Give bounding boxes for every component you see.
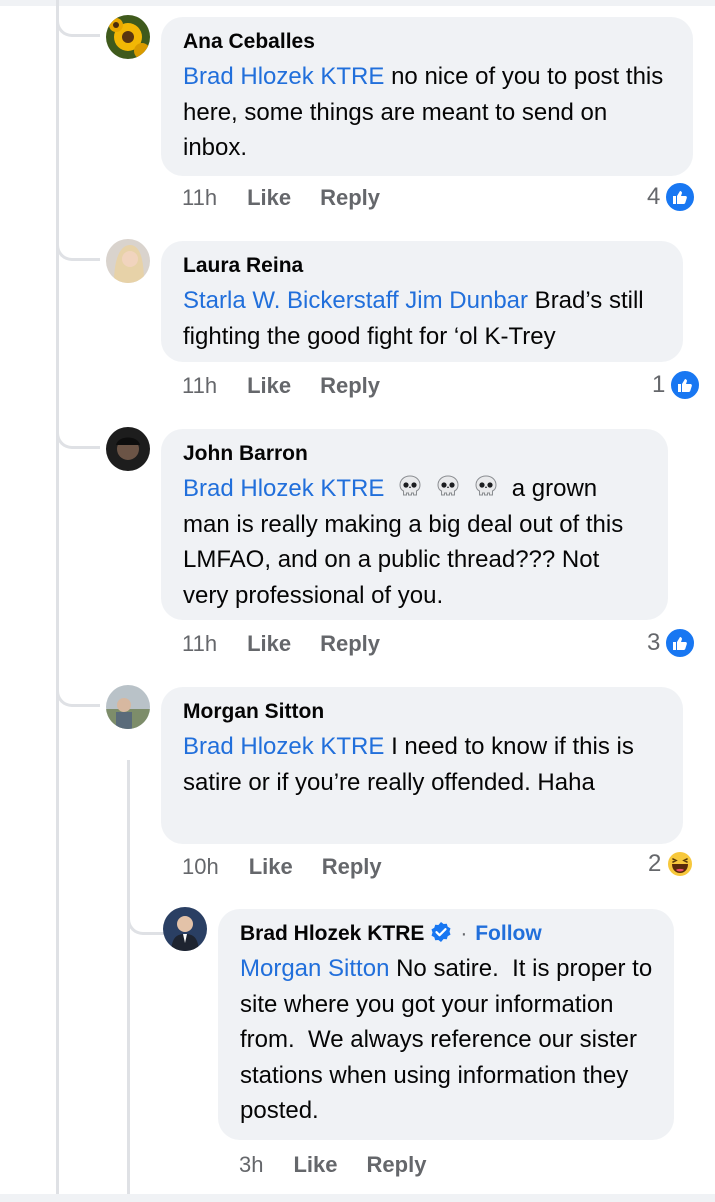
thread-connector: [127, 911, 165, 935]
sunflower-avatar-image: [106, 15, 150, 59]
reaction-count: 4: [647, 183, 661, 210]
reply-button[interactable]: Reply: [322, 854, 382, 880]
thread-line: [56, 0, 59, 1202]
comment-actions: 11h Like Reply: [182, 631, 380, 657]
avatar[interactable]: [106, 685, 150, 729]
comment-actions: 11h Like Reply: [182, 373, 380, 399]
thread-connector: [56, 13, 100, 37]
thread-connector: [56, 683, 100, 707]
separator-dot: ·: [460, 922, 468, 945]
bottom-border: [0, 1194, 715, 1202]
thread-connector: [56, 237, 100, 261]
avatar[interactable]: [163, 907, 207, 951]
like-button[interactable]: Like: [247, 185, 291, 211]
skull-icon: [475, 475, 497, 496]
comment-bubble: Ana Ceballes Brad Hlozek KTRE no nice of…: [161, 17, 693, 176]
skull-icon: [399, 475, 421, 496]
avatar[interactable]: [106, 427, 150, 471]
mention-link[interactable]: Morgan Sitton: [240, 955, 389, 982]
avatar[interactable]: [106, 239, 150, 283]
mention-link[interactable]: Starla W. Bickerstaff: [183, 287, 399, 314]
reply-button[interactable]: Reply: [367, 1152, 427, 1178]
mention-link[interactable]: Jim Dunbar: [405, 287, 528, 314]
comment-timestamp[interactable]: 11h: [182, 185, 217, 211]
comment-timestamp[interactable]: 11h: [182, 631, 217, 657]
reaction-count: 3: [647, 629, 661, 656]
profile-photo-icon: [106, 427, 150, 471]
mention-link[interactable]: Brad Hlozek KTRE: [183, 475, 384, 502]
reaction-summary[interactable]: 4: [647, 181, 697, 213]
like-button[interactable]: Like: [247, 373, 291, 399]
comment-timestamp[interactable]: 11h: [182, 373, 217, 399]
comment-bubble: Morgan Sitton Brad Hlozek KTRE I need to…: [161, 687, 683, 844]
thread-connector: [56, 425, 100, 449]
like-button[interactable]: Like: [249, 854, 293, 880]
skull-icon: [437, 475, 459, 496]
comment-text: Brad Hlozek KTRE a grown man is really m…: [183, 471, 648, 613]
mention-link[interactable]: Brad Hlozek KTRE: [183, 733, 384, 760]
reaction-count: 1: [652, 371, 666, 398]
verified-badge-icon: [431, 922, 451, 942]
comment-bubble: Laura Reina Starla W. Bickerstaff Jim Du…: [161, 241, 683, 362]
like-icon: [664, 181, 697, 213]
follow-button[interactable]: Follow: [475, 922, 542, 945]
haha-icon: [666, 850, 695, 878]
avatar[interactable]: [106, 15, 150, 59]
profile-photo-icon: [106, 239, 150, 283]
comment-author[interactable]: John Barron: [183, 441, 648, 467]
comment-bubble: John Barron Brad Hlozek KTRE a grown man…: [161, 429, 668, 620]
comment-actions: 10h Like Reply: [182, 854, 382, 880]
like-icon: [664, 627, 697, 659]
comment-actions: 11h Like Reply: [182, 185, 380, 211]
reply-button[interactable]: Reply: [320, 373, 380, 399]
reaction-summary[interactable]: 1: [652, 369, 702, 401]
comment-author[interactable]: Laura Reina: [183, 253, 663, 279]
comment-text: Morgan Sitton No satire. It is proper to…: [240, 951, 654, 1129]
comment-text: Starla W. Bickerstaff Jim Dunbar Brad’s …: [183, 283, 663, 354]
reply-button[interactable]: Reply: [320, 185, 380, 211]
top-border: [0, 0, 715, 6]
comment-timestamp[interactable]: 3h: [239, 1152, 263, 1178]
mention-link[interactable]: Brad Hlozek KTRE: [183, 63, 384, 90]
reaction-summary[interactable]: 3: [647, 627, 697, 659]
reply-thread-line: [127, 760, 130, 1202]
reply-author-line: Brad Hlozek KTRE · Follow: [240, 921, 654, 947]
comment-text: Brad Hlozek KTRE I need to know if this …: [183, 729, 663, 800]
like-icon: [669, 369, 702, 401]
like-button[interactable]: Like: [247, 631, 291, 657]
profile-photo-icon: [163, 907, 207, 951]
comment-author[interactable]: Brad Hlozek KTRE: [240, 922, 424, 945]
comment-author[interactable]: Ana Ceballes: [183, 29, 673, 55]
like-button[interactable]: Like: [293, 1152, 337, 1178]
reply-button[interactable]: Reply: [320, 631, 380, 657]
profile-photo-icon: [106, 685, 150, 729]
reply-bubble: Brad Hlozek KTRE · Follow Morgan Sitton N…: [218, 909, 674, 1140]
comment-text: Brad Hlozek KTRE no nice of you to post …: [183, 59, 673, 166]
comment-author[interactable]: Morgan Sitton: [183, 699, 663, 725]
reaction-summary[interactable]: 2: [648, 849, 695, 879]
reaction-count: 2: [648, 850, 662, 877]
reply-actions: 3h Like Reply: [239, 1152, 426, 1178]
comment-timestamp[interactable]: 10h: [182, 854, 219, 880]
